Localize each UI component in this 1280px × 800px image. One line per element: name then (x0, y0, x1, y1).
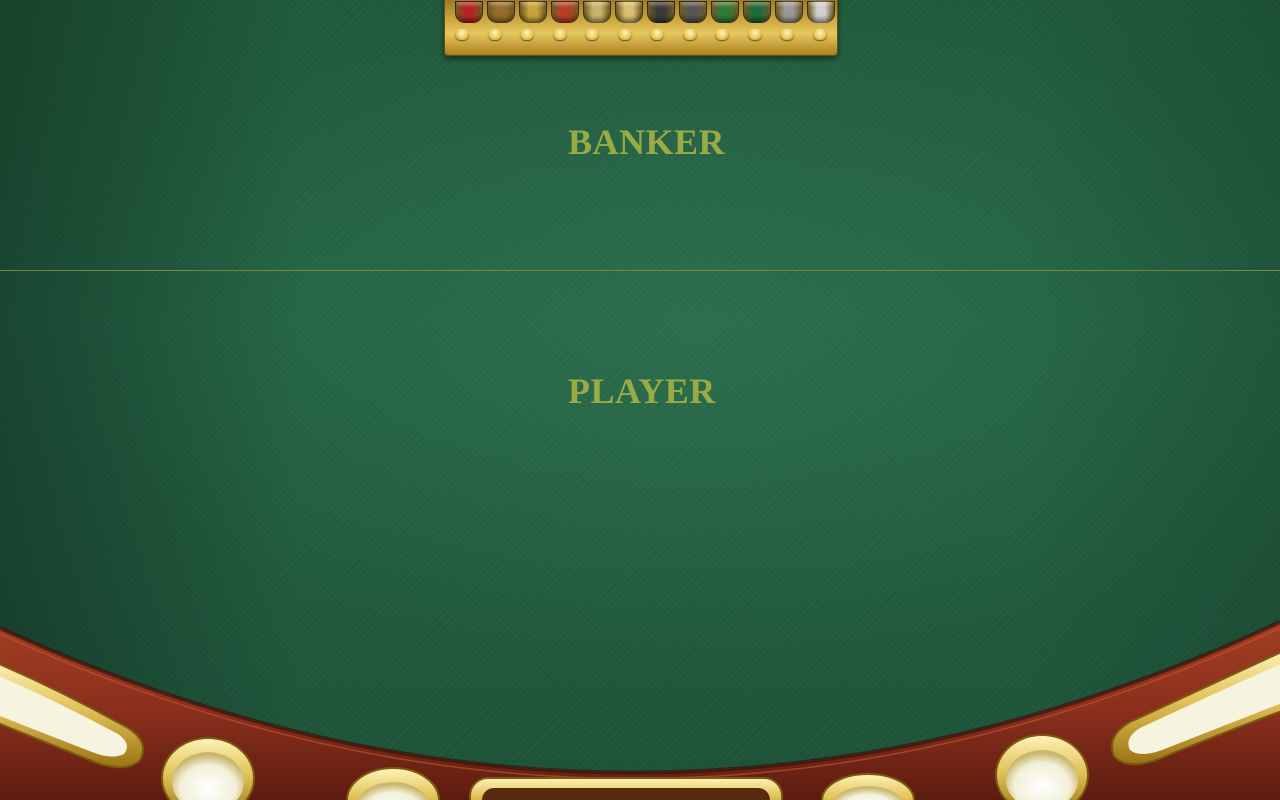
table-rail (0, 620, 1280, 800)
baccarat-table: BANKER PLAYER (0, 0, 1280, 800)
dealer-slot (469, 777, 783, 800)
